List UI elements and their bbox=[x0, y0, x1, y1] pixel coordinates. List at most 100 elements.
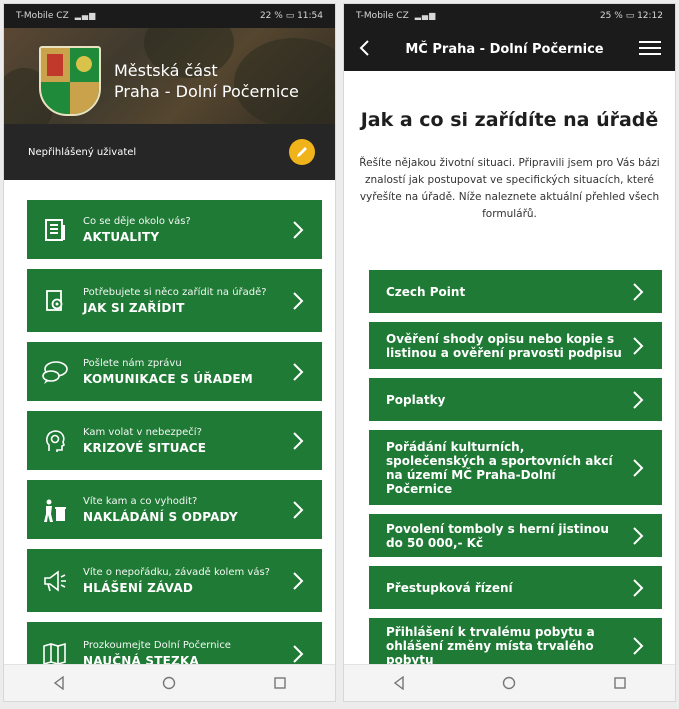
topic-item-label: Ověření shody opisu nebo kopie s listino… bbox=[386, 331, 622, 360]
menu-item-title: JAK SI ZAŘÍDIT bbox=[83, 300, 185, 315]
chevron-right-icon bbox=[293, 291, 304, 310]
head-gear-icon bbox=[27, 428, 83, 454]
home-screen: T-Mobile CZ ▂▄▆ 22 % ▭ 11:54 Městská část… bbox=[4, 4, 335, 701]
topics-list: Czech Point Ověření shody opisu nebo kopi… bbox=[369, 270, 662, 682]
topic-item[interactable]: Poplatky bbox=[369, 378, 662, 421]
page-title: Jak a co si zařídíte na úřadě bbox=[360, 109, 659, 131]
chevron-right-icon bbox=[288, 644, 308, 664]
menu-item-nakl-d-n-s-odpady[interactable]: Víte kam a co vyhodit? NAKLÁDÁNÍ S ODPADY bbox=[27, 480, 322, 539]
menu-item-title: NAKLÁDÁNÍ S ODPADY bbox=[83, 509, 238, 524]
menu-item-title: KOMUNIKACE S ÚŘADEM bbox=[83, 371, 253, 386]
menu-item-subtitle: Pošlete nám zprávu bbox=[83, 357, 182, 369]
chevron-right-icon bbox=[628, 526, 648, 546]
square-recents-icon bbox=[614, 677, 626, 689]
topic-item[interactable]: Povolení tomboly s herní jistinou do 50 … bbox=[369, 514, 662, 557]
chevron-right-icon bbox=[288, 362, 308, 382]
back-nav-button[interactable] bbox=[39, 671, 79, 695]
menu-item-subtitle: Kam volat v nebezpečí? bbox=[83, 426, 202, 438]
app-bar-title: MČ Praha - Dolní Počernice bbox=[405, 42, 604, 57]
jak-si-zaridit-screen: T-Mobile CZ ▂▄▆ 25 % ▭ 12:12 MČ Praha - D… bbox=[344, 4, 675, 701]
menu-item-komunikace-s-adem[interactable]: Pošlete nám zprávu KOMUNIKACE S ÚŘADEM bbox=[27, 342, 322, 401]
page-description: Řešíte nějakou životní situaci. Připravi… bbox=[359, 157, 660, 220]
chevron-right-icon bbox=[293, 571, 304, 590]
hamburger-menu-button[interactable] bbox=[638, 40, 661, 60]
square-recents-icon bbox=[274, 677, 286, 689]
circle-home-icon bbox=[163, 676, 176, 690]
chevron-right-icon bbox=[288, 500, 308, 520]
chevron-right-icon bbox=[293, 500, 304, 519]
home-nav-button[interactable] bbox=[489, 671, 529, 695]
back-nav-button[interactable] bbox=[379, 671, 419, 695]
megaphone-icon bbox=[27, 568, 83, 594]
recycle-bin-icon bbox=[27, 497, 83, 523]
topic-item[interactable]: Pořádání kulturních, společenských a spo… bbox=[369, 430, 662, 505]
recents-nav-button[interactable] bbox=[600, 671, 640, 695]
android-nav-bar bbox=[344, 664, 675, 701]
menu-item-subtitle: Víte o nepořádku, závadě kolem vás? bbox=[83, 566, 270, 578]
circle-home-icon bbox=[503, 676, 516, 690]
user-bar: Nepřihlášený uživatel bbox=[4, 124, 335, 180]
chevron-right-icon bbox=[628, 282, 648, 302]
battery-label: 22 % bbox=[259, 11, 283, 21]
edit-user-button[interactable] bbox=[289, 139, 315, 165]
triangle-back-icon bbox=[53, 676, 64, 690]
chevron-right-icon bbox=[628, 336, 648, 356]
chevron-right-icon bbox=[628, 390, 648, 410]
recents-nav-button[interactable] bbox=[260, 671, 300, 695]
chevron-left-icon bbox=[359, 39, 369, 56]
signal-icon: ▂▄▆ bbox=[74, 11, 97, 20]
chevron-right-icon bbox=[633, 458, 644, 477]
chevron-right-icon bbox=[288, 571, 308, 591]
chevron-right-icon bbox=[628, 636, 648, 656]
topic-item[interactable]: Ověření shody opisu nebo kopie s listino… bbox=[369, 322, 662, 369]
topic-item-label: Czech Point bbox=[386, 284, 466, 299]
chevron-right-icon bbox=[628, 578, 648, 598]
app-bar: MČ Praha - Dolní Počernice bbox=[344, 28, 675, 71]
pencil-icon bbox=[297, 147, 307, 157]
battery-label: 25 % bbox=[599, 11, 623, 21]
home-nav-button[interactable] bbox=[149, 671, 189, 695]
menu-item-title: HLÁŠENÍ ZÁVAD bbox=[83, 580, 193, 595]
topic-item-label: Povolení tomboly s herní jistinou do 50 … bbox=[386, 521, 609, 550]
topic-item[interactable]: Přestupková řízení bbox=[369, 566, 662, 609]
menu-item-hl-en-z-vad[interactable]: Víte o nepořádku, závadě kolem vás? HLÁŠE… bbox=[27, 549, 322, 612]
menu-item-jak-si-za-dit[interactable]: Potřebujete si něco zařídit na úřadě? JAK… bbox=[27, 269, 322, 332]
topic-item-label: Přestupková řízení bbox=[386, 580, 513, 595]
chevron-right-icon bbox=[293, 220, 304, 239]
user-status-label: Nepřihlášený uživatel bbox=[28, 146, 137, 158]
menu-item-subtitle: Potřebujete si něco zařídit na úřadě? bbox=[83, 286, 267, 298]
chevron-right-icon bbox=[293, 431, 304, 450]
status-bar: T-Mobile CZ ▂▄▆ 22 % ▭ 11:54 bbox=[4, 4, 335, 28]
status-bar: T-Mobile CZ ▂▄▆ 25 % ▭ 12:12 bbox=[344, 4, 675, 28]
chevron-right-icon bbox=[633, 526, 644, 545]
newspaper-icon bbox=[27, 217, 83, 243]
menu-item-krizov-situace[interactable]: Kam volat v nebezpečí? KRIZOVÉ SITUACE bbox=[27, 411, 322, 470]
chevron-right-icon bbox=[633, 336, 644, 355]
triangle-back-icon bbox=[393, 676, 404, 690]
hamburger-icon bbox=[638, 40, 661, 55]
menu-item-aktuality[interactable]: Co se děje okolo vás? AKTUALITY bbox=[27, 200, 322, 259]
signal-icon: ▂▄▆ bbox=[414, 11, 437, 20]
chevron-right-icon bbox=[288, 291, 308, 311]
menu-item-subtitle: Co se děje okolo vás? bbox=[83, 215, 191, 227]
map-icon bbox=[27, 641, 83, 667]
chat-bubbles-icon bbox=[27, 359, 83, 385]
time-label: 12:12 bbox=[637, 11, 663, 21]
chevron-right-icon bbox=[628, 458, 648, 478]
menu-item-subtitle: Prozkoumejte Dolní Počernice bbox=[83, 639, 231, 651]
municipality-title: Městská část Praha - Dolní Počernice bbox=[114, 61, 299, 101]
main-menu: Co se děje okolo vás? AKTUALITY Potřebujet… bbox=[4, 180, 335, 685]
chevron-right-icon bbox=[633, 578, 644, 597]
topic-item-label: Přihlášení k trvalému pobytu a ohlášení … bbox=[386, 624, 595, 667]
android-nav-bar bbox=[4, 664, 335, 701]
back-button[interactable] bbox=[358, 39, 370, 61]
chevron-right-icon bbox=[633, 390, 644, 409]
menu-item-title: KRIZOVÉ SITUACE bbox=[83, 440, 207, 455]
chevron-right-icon bbox=[633, 636, 644, 655]
coat-of-arms-logo bbox=[39, 46, 101, 116]
chevron-right-icon bbox=[288, 431, 308, 451]
time-label: 11:54 bbox=[297, 11, 323, 21]
topic-item[interactable]: Czech Point bbox=[369, 270, 662, 313]
chevron-right-icon bbox=[293, 644, 304, 663]
chevron-right-icon bbox=[293, 362, 304, 381]
